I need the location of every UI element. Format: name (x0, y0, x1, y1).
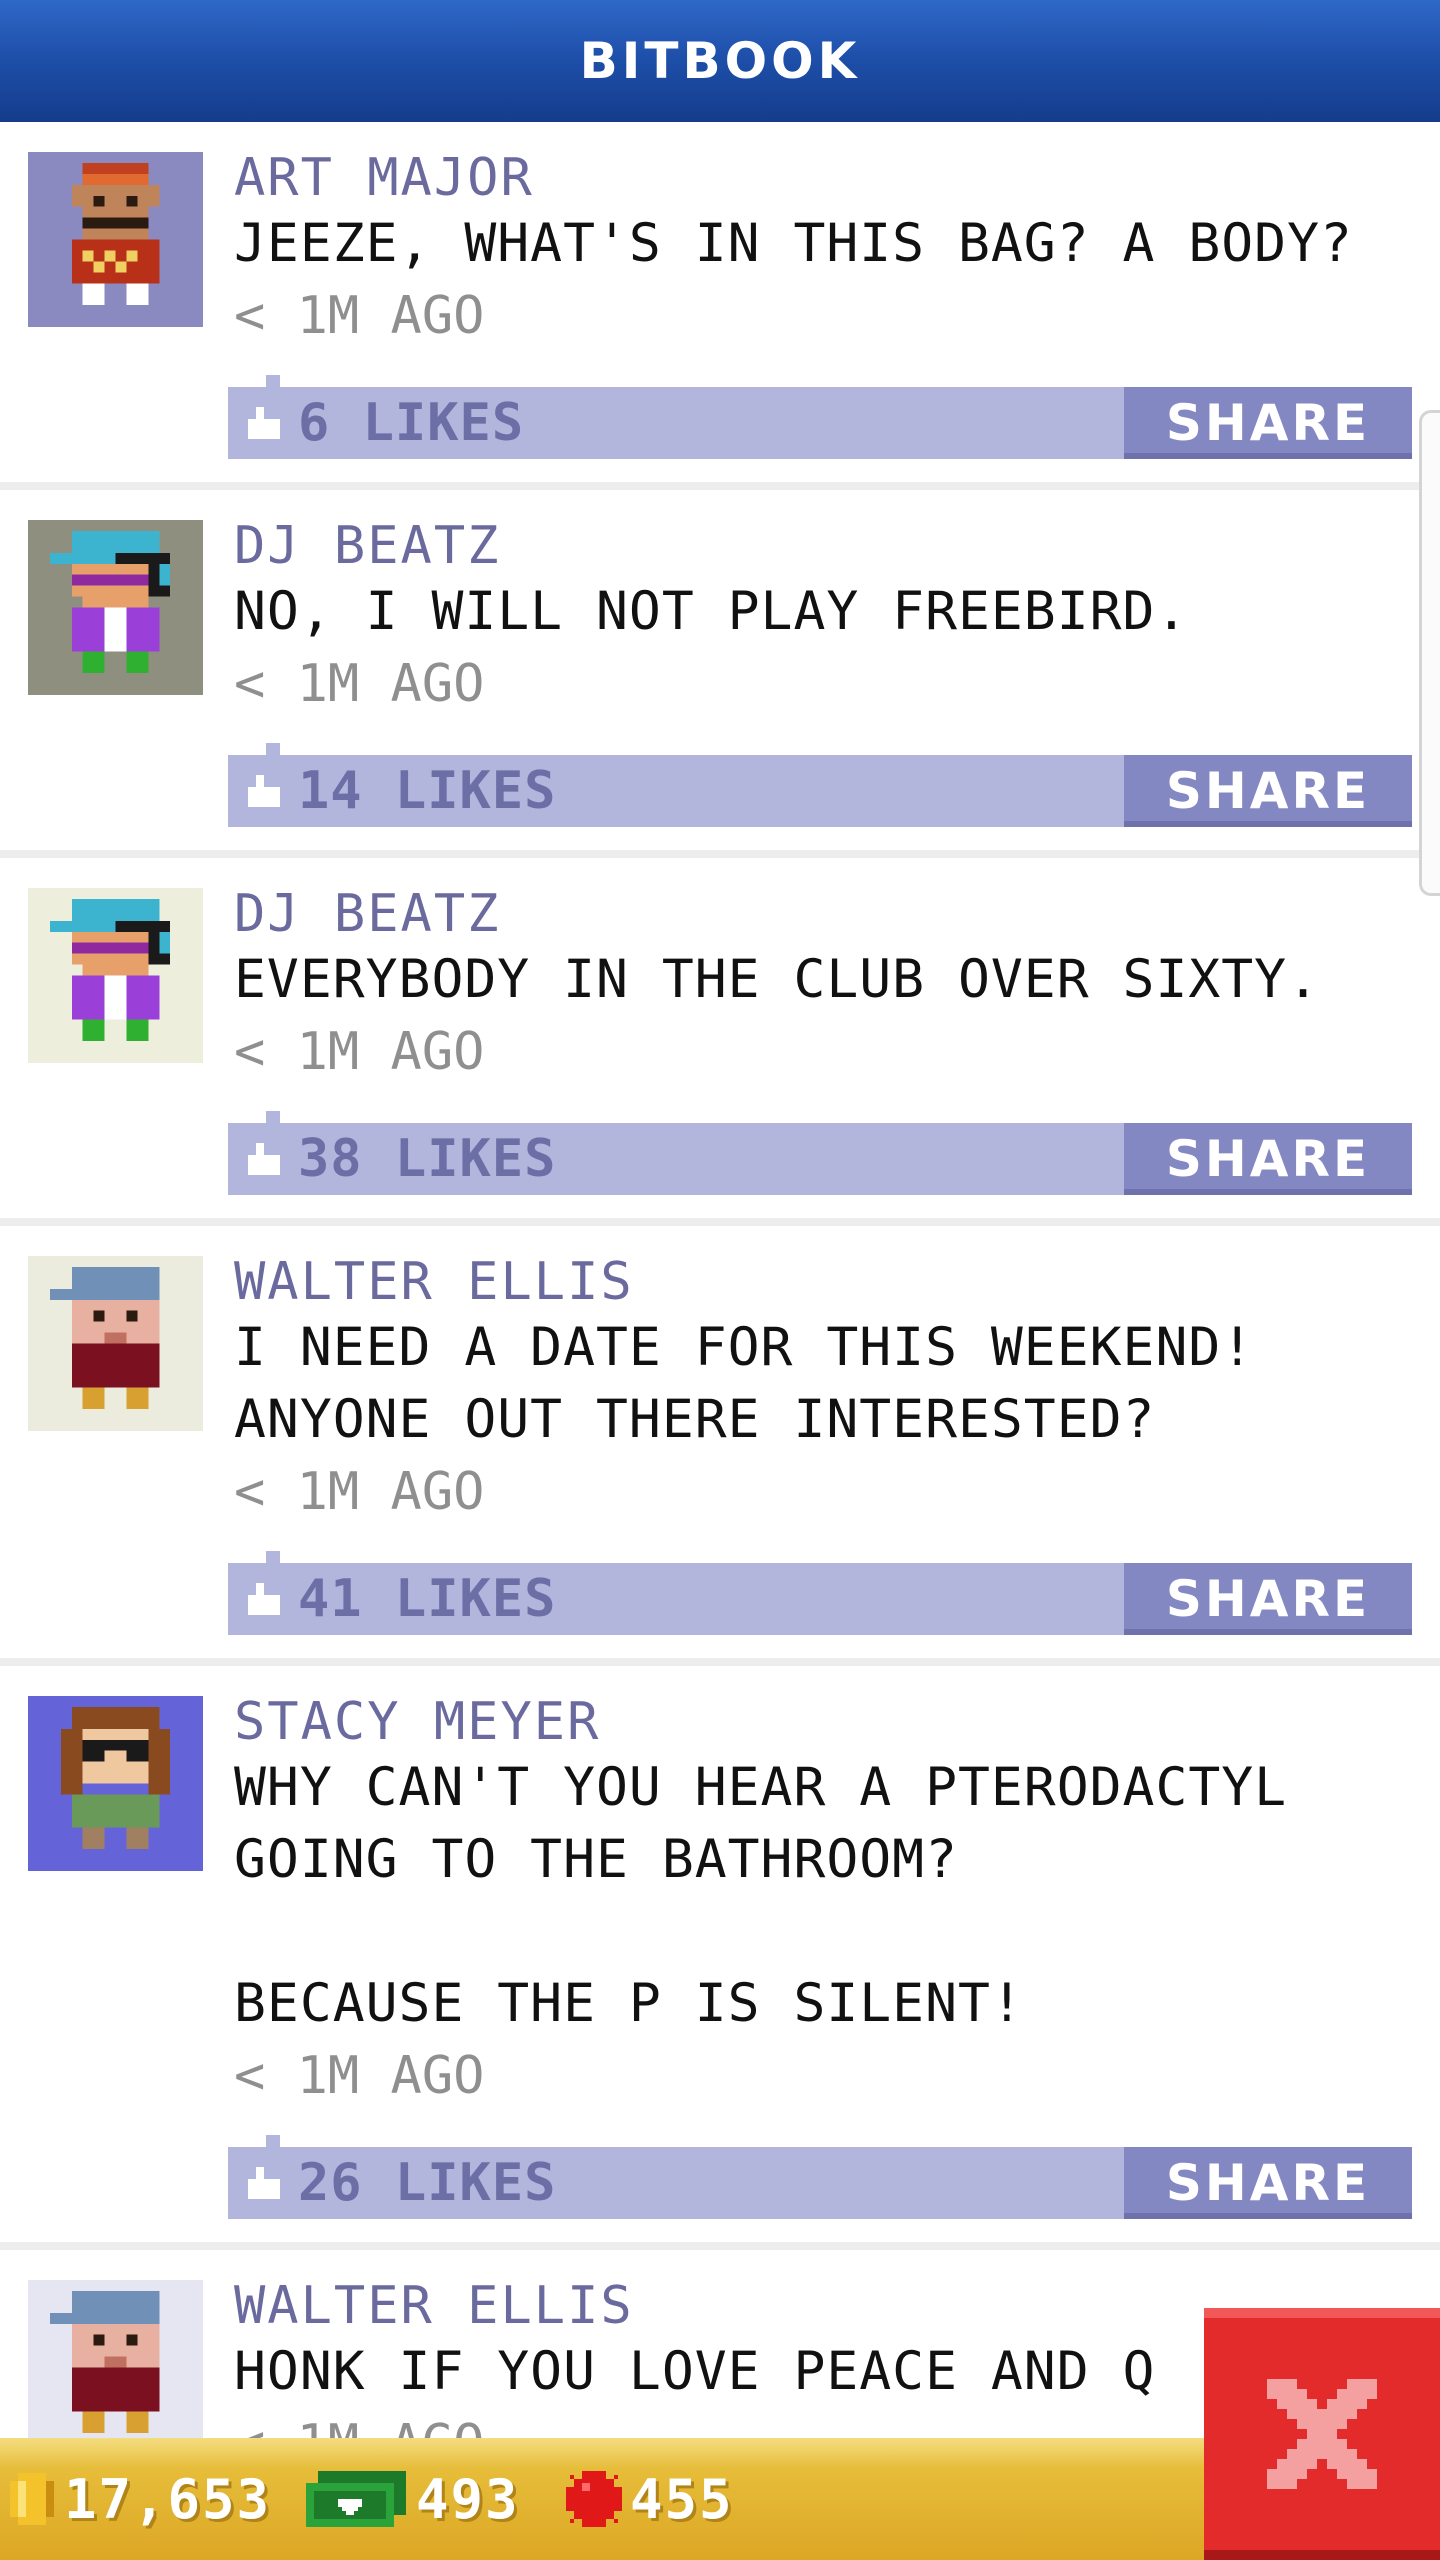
post-item: DJ BEATZ NO, I WILL NOT PLAY FREEBIRD. <… (0, 482, 1440, 850)
post-author[interactable]: DJ BEATZ (234, 884, 1422, 944)
thumbs-up-icon (248, 1143, 280, 1175)
thumbs-up-icon (248, 1583, 280, 1615)
close-button[interactable] (1204, 2308, 1440, 2560)
post-author[interactable]: STACY MEYER (234, 1692, 1422, 1752)
share-button[interactable]: SHARE (1124, 2147, 1412, 2219)
thumbs-up-icon (248, 407, 280, 439)
like-count: 41 LIKES (298, 1569, 557, 1629)
post-action-bar: 38 LIKES SHARE (228, 1111, 1412, 1195)
post-content: DJ BEATZ NO, I WILL NOT PLAY FREEBIRD. <… (234, 516, 1422, 720)
app-title: BITBOOK (579, 32, 861, 90)
walter-ellis-avatar-icon[interactable] (28, 1256, 203, 1431)
post-content: ART MAJOR JEEZE, WHAT'S IN THIS BAG? A B… (234, 148, 1422, 352)
like-button[interactable]: 38 LIKES (244, 1123, 556, 1195)
post-text: EVERYBODY IN THE CLUB OVER SIXTY. (234, 949, 1320, 1010)
post-content: DJ BEATZ EVERYBODY IN THE CLUB OVER SIXT… (234, 884, 1422, 1088)
feed[interactable]: ART MAJOR JEEZE, WHAT'S IN THIS BAG? A B… (0, 122, 1440, 2438)
bux-value: 493 (416, 2467, 520, 2531)
post-text: WHY CAN'T YOU HEAR A PTERODACTYL GOING T… (234, 1757, 1288, 2034)
share-button[interactable]: SHARE (1124, 1563, 1412, 1635)
gems-counter: 455 (562, 2438, 734, 2560)
post-author[interactable]: WALTER ELLIS (234, 1252, 1422, 1312)
like-count: 26 LIKES (298, 2153, 557, 2213)
walter-ellis-avatar-icon[interactable] (28, 2280, 203, 2438)
post-action-bar: 6 LIKES SHARE (228, 375, 1412, 459)
coins-counter: 17,653 (6, 2438, 271, 2560)
post-content: STACY MEYER WHY CAN'T YOU HEAR A PTERODA… (234, 1692, 1422, 2112)
post-item: STACY MEYER WHY CAN'T YOU HEAR A PTERODA… (0, 1658, 1440, 2242)
like-count: 6 LIKES (298, 393, 525, 453)
coin-icon (10, 2473, 54, 2525)
post-item: WALTER ELLIS I NEED A DATE FOR THIS WEEK… (0, 1218, 1440, 1658)
like-button[interactable]: 41 LIKES (244, 1563, 556, 1635)
share-button[interactable]: SHARE (1124, 1123, 1412, 1195)
gem-icon (566, 2471, 622, 2527)
post-item: ART MAJOR JEEZE, WHAT'S IN THIS BAG? A B… (0, 122, 1440, 482)
post-author[interactable]: ART MAJOR (234, 148, 1422, 208)
post-time: < 1M AGO (234, 286, 485, 346)
cash-icon (306, 2471, 406, 2527)
share-button[interactable]: SHARE (1124, 755, 1412, 827)
post-item: DJ BEATZ EVERYBODY IN THE CLUB OVER SIXT… (0, 850, 1440, 1218)
like-count: 38 LIKES (298, 1129, 557, 1189)
gems-value: 455 (630, 2467, 734, 2531)
post-text: JEEZE, WHAT'S IN THIS BAG? A BODY? (234, 213, 1353, 274)
share-button[interactable]: SHARE (1124, 387, 1412, 459)
thumbs-up-icon (248, 775, 280, 807)
post-text: NO, I WILL NOT PLAY FREEBIRD. (234, 581, 1189, 642)
like-count: 14 LIKES (298, 761, 557, 821)
post-action-bar: 41 LIKES SHARE (228, 1551, 1412, 1635)
art-major-avatar-icon[interactable] (28, 152, 203, 327)
post-text: I NEED A DATE FOR THIS WEEKEND! ANYONE O… (234, 1317, 1255, 1450)
thumbs-up-icon (248, 2167, 280, 2199)
app-header: BITBOOK (0, 0, 1440, 122)
bux-counter: 493 (298, 2438, 520, 2560)
post-action-bar: 26 LIKES SHARE (228, 2135, 1412, 2219)
dj-beatz-avatar-icon[interactable] (28, 888, 203, 1063)
post-author[interactable]: DJ BEATZ (234, 516, 1422, 576)
dj-beatz-avatar-icon[interactable] (28, 520, 203, 695)
post-time: < 1M AGO (234, 654, 485, 714)
coins-value: 17,653 (64, 2467, 272, 2531)
post-time: < 1M AGO (234, 1462, 485, 1522)
like-button[interactable]: 26 LIKES (244, 2147, 556, 2219)
close-icon (1267, 2379, 1377, 2489)
stacy-meyer-avatar-icon[interactable] (28, 1696, 203, 1871)
like-button[interactable]: 14 LIKES (244, 755, 556, 827)
like-button[interactable]: 6 LIKES (244, 387, 524, 459)
post-time: < 1M AGO (234, 2046, 485, 2106)
post-content: WALTER ELLIS I NEED A DATE FOR THIS WEEK… (234, 1252, 1422, 1528)
post-action-bar: 14 LIKES SHARE (228, 743, 1412, 827)
scrollbar[interactable] (1419, 410, 1440, 896)
post-time: < 1M AGO (234, 1022, 485, 1082)
